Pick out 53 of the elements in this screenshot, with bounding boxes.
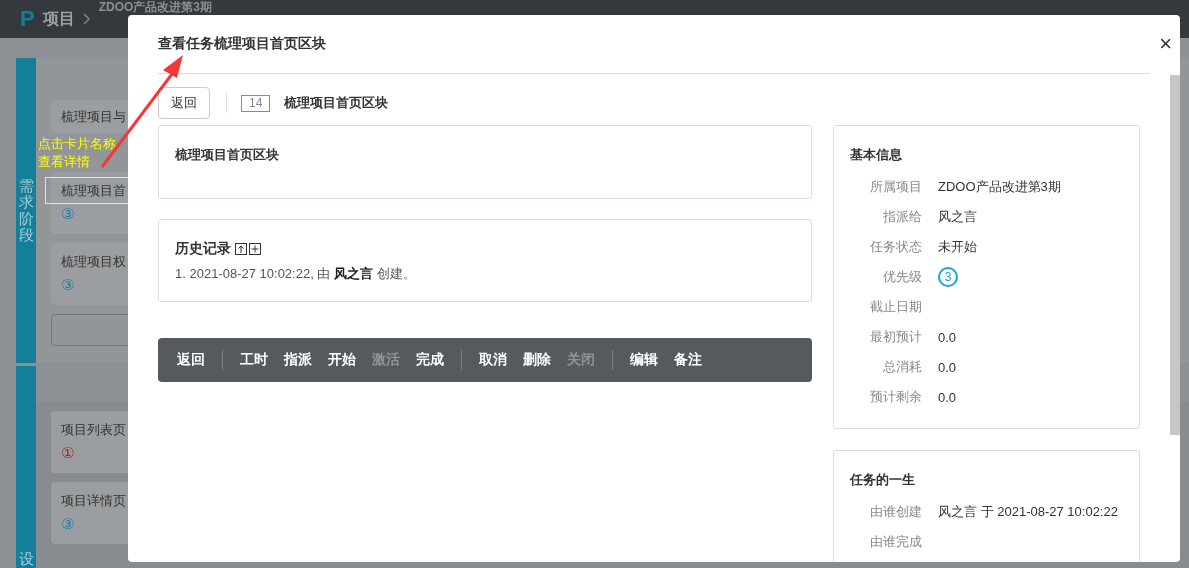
- field-label: 所属项目: [869, 178, 922, 196]
- field-label: 预计剩余: [869, 388, 922, 406]
- history-title: 历史记录: [175, 240, 231, 258]
- action-button: 关闭: [561, 347, 601, 373]
- priority-label: ③: [61, 515, 76, 533]
- action-button[interactable]: 完成: [410, 347, 450, 373]
- field-label: 截止日期: [869, 298, 922, 316]
- field-label: 由谁完成: [869, 533, 922, 551]
- field-value: 风之言: [938, 208, 977, 226]
- action-button[interactable]: 删除: [517, 347, 557, 373]
- priority-badge: 3: [938, 267, 958, 287]
- field-label: 总消耗: [882, 358, 922, 376]
- sort-up-icon[interactable]: [235, 243, 247, 255]
- description-text: 梳理项目首页区块: [175, 146, 280, 164]
- field-label: 指派给: [882, 208, 922, 226]
- dialog-title: 查看任务梳理项目首页区块: [158, 35, 326, 53]
- action-button[interactable]: 开始: [322, 347, 362, 373]
- action-button[interactable]: 指派: [278, 347, 318, 373]
- project-selector[interactable]: ZDOO产品改进第3期: [98, 1, 213, 14]
- panel-title: 任务的一生: [850, 471, 916, 489]
- close-button[interactable]: ×: [1153, 31, 1172, 57]
- field-value: 0.0: [938, 389, 957, 405]
- task-id: 14: [241, 94, 271, 112]
- scrollbar[interactable]: [1170, 75, 1180, 435]
- priority-label: ③: [61, 205, 76, 223]
- field-value: 风之言 于 2021-08-27 10:02:22: [938, 503, 1118, 521]
- history-entry: 1. 2021-08-27 10:02:22, 由 风之言 创建。: [175, 265, 417, 283]
- action-button[interactable]: 编辑: [624, 347, 664, 373]
- field-value: 未开始: [938, 238, 977, 256]
- panel-title: 基本信息: [850, 146, 903, 164]
- action-button[interactable]: 取消: [473, 347, 513, 373]
- lane-label: 需求阶段: [16, 58, 36, 363]
- expand-icon[interactable]: [249, 243, 261, 255]
- field-label: 任务状态: [869, 238, 922, 256]
- task-name: 梳理项目首页区块: [284, 94, 389, 112]
- field-label: 最初预计: [869, 328, 922, 346]
- lane-label: 设: [16, 366, 36, 568]
- annotation-text: 点击卡片名称: [38, 135, 116, 153]
- priority-label: ③: [61, 276, 76, 294]
- field-label: 由谁创建: [869, 503, 922, 521]
- back-button[interactable]: 返回: [158, 87, 210, 119]
- action-button[interactable]: 备注: [668, 347, 708, 373]
- chevron-icon: [82, 13, 91, 25]
- action-button: 激活: [366, 347, 406, 373]
- action-button[interactable]: 返回: [171, 347, 211, 373]
- field-value: ZDOO产品改进第3期: [938, 178, 1061, 196]
- field-value: 0.0: [938, 359, 957, 375]
- action-button[interactable]: 工时: [234, 347, 274, 373]
- priority-label: ①: [61, 444, 76, 462]
- module-title[interactable]: 项目: [42, 8, 75, 30]
- field-value: 0.0: [938, 329, 957, 345]
- annotation-text: 查看详情: [38, 153, 91, 171]
- field-label: 优先级: [882, 268, 922, 286]
